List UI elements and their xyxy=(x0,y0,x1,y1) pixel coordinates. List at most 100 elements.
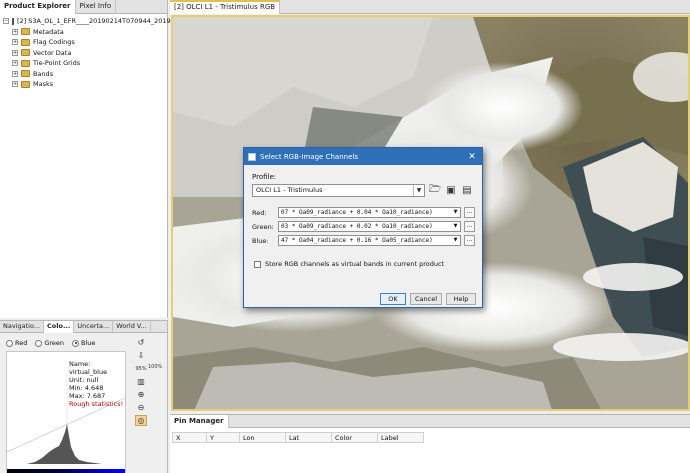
save-profile-icon[interactable]: ▣ xyxy=(444,183,458,197)
delete-profile-icon[interactable]: ▤ xyxy=(460,183,474,197)
dialog-title: Select RGB-Image Channels xyxy=(260,152,358,161)
tab-pin-manager[interactable]: Pin Manager xyxy=(170,415,229,428)
expand-icon[interactable]: + xyxy=(12,60,18,67)
radio-label: Blue xyxy=(81,339,96,347)
bar-chart-icon[interactable]: ▥ xyxy=(135,376,147,387)
blue-edit-button[interactable]: ... xyxy=(464,235,475,246)
column-y[interactable]: Y xyxy=(207,432,240,443)
radio-green[interactable]: Green xyxy=(35,339,64,347)
stat-name: Name: virtual_blue xyxy=(69,360,108,376)
more-options-icon[interactable]: ◎ xyxy=(135,415,147,426)
explorer-tabbar: Product Explorer Pixel Info xyxy=(0,0,167,14)
radio-label: Green xyxy=(44,339,65,347)
tab-image-view[interactable]: [2] OLCI L1 - Tristimulus RGB xyxy=(170,0,281,14)
tree-node-metadata[interactable]: + Metadata xyxy=(0,27,167,38)
stat-max: Max: 7.687 xyxy=(69,392,106,400)
import-icon[interactable]: ⇩ xyxy=(135,350,147,361)
radio-dot[interactable] xyxy=(6,339,13,347)
pin-manager-panel: Pin Manager X Y Lon Lat Color Label xyxy=(170,414,690,473)
tab-colour-manipulation[interactable]: Colo... xyxy=(44,321,75,333)
tree-node-masks[interactable]: + Masks xyxy=(0,79,167,90)
folder-icon xyxy=(21,80,30,88)
green-label: Green: xyxy=(252,222,274,231)
blue-expression-field[interactable]: 47 * Oa04_radiance + 0.16 * Oa05_radianc… xyxy=(278,235,461,246)
green-expression-text: 03 * Oa09_radiance + 0.02 * Oa10_radianc… xyxy=(281,223,433,230)
store-virtual-bands-label: Store RGB channels as virtual bands in c… xyxy=(265,260,445,268)
tab-product-explorer[interactable]: Product Explorer xyxy=(0,0,76,14)
color-manipulation-panel: Navigatio... Colo... Uncerta... World V.… xyxy=(0,320,168,473)
folder-icon xyxy=(21,70,30,78)
folder-icon xyxy=(21,59,30,67)
blue-label: Blue: xyxy=(252,236,269,245)
column-lon[interactable]: Lon xyxy=(240,432,286,443)
tree-row-product[interactable]: − [2] S3A_OL_1_EFR____20190214T070944_20… xyxy=(0,16,199,27)
expand-icon[interactable]: + xyxy=(12,81,18,88)
percent-100-button[interactable]: 100% xyxy=(148,364,162,370)
red-edit-button[interactable]: ... xyxy=(464,207,475,218)
band-statistics: Name: virtual_blue Unit: null Min: 4.648… xyxy=(69,360,125,408)
red-expression-field[interactable]: 07 * Oa09_radiance + 0.04 * Oa10_radianc… xyxy=(278,207,461,218)
color-gradient-bar[interactable] xyxy=(7,469,125,473)
green-edit-button[interactable]: ... xyxy=(464,221,475,232)
radio-dot[interactable] xyxy=(72,339,80,347)
radio-dot[interactable] xyxy=(35,339,43,347)
tab-world-view[interactable]: World V... xyxy=(113,321,151,333)
histogram-shape xyxy=(27,424,125,464)
cancel-button[interactable]: Cancel xyxy=(410,293,442,305)
help-button[interactable]: Help xyxy=(446,293,476,305)
tree-node-bands[interactable]: + Bands xyxy=(0,69,167,80)
tree-node-flag-codings[interactable]: + Flag Codings xyxy=(0,37,167,48)
profile-select[interactable]: OLCI L1 - Tristimulus ▼ xyxy=(252,184,425,197)
column-color[interactable]: Color xyxy=(332,432,378,443)
tree-node-label: Metadata xyxy=(33,27,64,36)
product-tree: − [2] S3A_OL_1_EFR____20190214T070944_20… xyxy=(0,16,199,90)
red-channel-row: Red: 07 * Oa09_radiance + 0.04 * Oa10_ra… xyxy=(252,207,476,218)
store-virtual-bands-option[interactable]: Store RGB channels as virtual bands in c… xyxy=(254,260,444,268)
column-lat[interactable]: Lat xyxy=(286,432,332,443)
percent-95-button[interactable]: 95% xyxy=(135,363,147,374)
expand-icon[interactable]: + xyxy=(12,39,18,46)
column-label[interactable]: Label xyxy=(378,432,424,443)
tab-navigation[interactable]: Navigatio... xyxy=(0,321,45,333)
tab-uncertainty[interactable]: Uncerta... xyxy=(74,321,114,333)
expand-icon[interactable]: + xyxy=(12,70,18,77)
stat-min: Min: 4.648 xyxy=(69,384,104,392)
stat-warning: Rough statistics! xyxy=(69,400,124,408)
color-tools: ↺ ⇩ 95% ▥ ⊕ ⊖ ◎ xyxy=(132,337,150,426)
dialog-title-bar[interactable]: Select RGB-Image Channels ✕ xyxy=(244,148,482,165)
product-icon xyxy=(12,17,14,25)
zoom-out-icon[interactable]: ⊖ xyxy=(135,402,147,413)
close-icon[interactable]: ✕ xyxy=(462,152,482,162)
radio-blue[interactable]: Blue xyxy=(72,339,95,347)
chevron-down-icon[interactable]: ▼ xyxy=(413,185,424,196)
profile-label: Profile: xyxy=(252,173,277,181)
histogram-area[interactable]: Name: virtual_blue Unit: null Min: 4.648… xyxy=(6,351,126,473)
ok-button[interactable]: OK xyxy=(380,293,406,305)
red-expression-text: 07 * Oa09_radiance + 0.04 * Oa10_radianc… xyxy=(281,209,433,216)
chevron-down-icon[interactable]: ▼ xyxy=(451,208,460,217)
tab-pixel-info[interactable]: Pixel Info xyxy=(76,0,117,14)
radio-red[interactable]: Red xyxy=(6,339,27,347)
column-x[interactable]: X xyxy=(172,432,207,443)
zoom-in-icon[interactable]: ⊕ xyxy=(135,389,147,400)
channel-radio-group: Red Green Blue xyxy=(6,339,95,347)
green-channel-row: Green: 03 * Oa09_radiance + 0.02 * Oa10_… xyxy=(252,221,476,232)
collapse-icon[interactable]: − xyxy=(3,18,9,25)
chevron-down-icon[interactable]: ▼ xyxy=(451,222,460,231)
blue-channel-row: Blue: 47 * Oa04_radiance + 0.16 * Oa05_r… xyxy=(252,235,476,246)
green-expression-field[interactable]: 03 * Oa09_radiance + 0.02 * Oa10_radianc… xyxy=(278,221,461,232)
open-profile-icon[interactable]: 🗁 xyxy=(428,183,442,197)
store-virtual-bands-checkbox[interactable] xyxy=(254,260,261,268)
folder-icon xyxy=(21,38,30,46)
expand-icon[interactable]: + xyxy=(12,49,18,56)
expand-icon[interactable]: + xyxy=(12,28,18,35)
folder-icon xyxy=(21,49,30,57)
pin-manager-tabbar: Pin Manager xyxy=(170,415,690,428)
image-view-tabbar: [2] OLCI L1 - Tristimulus RGB xyxy=(170,0,690,14)
reset-icon[interactable]: ↺ xyxy=(135,337,147,348)
tree-node-tie-point-grids[interactable]: + Tie-Point Grids xyxy=(0,58,167,69)
tree-node-vector-data[interactable]: + Vector Data xyxy=(0,48,167,59)
chevron-down-icon[interactable]: ▼ xyxy=(451,236,460,245)
folder-icon xyxy=(21,28,30,36)
blue-expression-text: 47 * Oa04_radiance + 0.16 * Oa05_radianc… xyxy=(281,237,433,244)
